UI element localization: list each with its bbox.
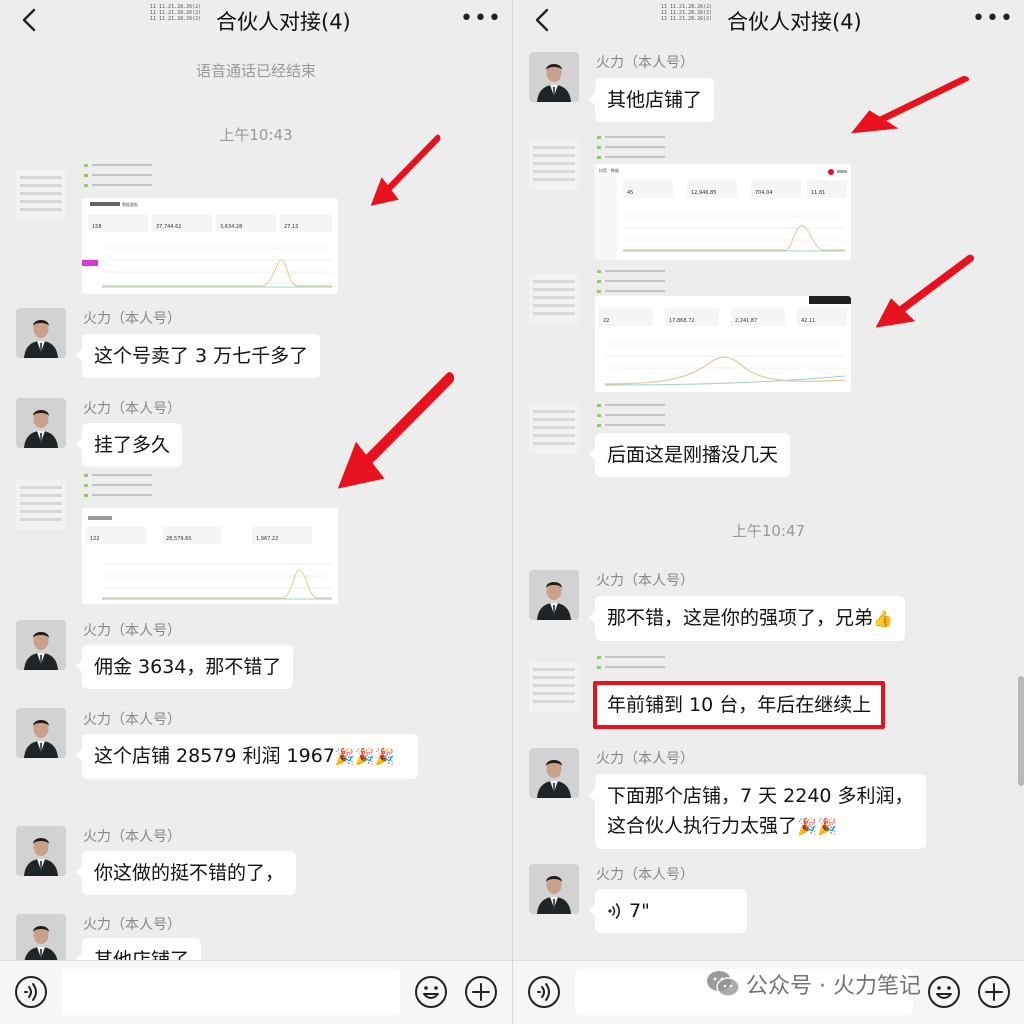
thumbs-up-icon: 👍 — [873, 609, 893, 628]
avatar[interactable] — [16, 708, 66, 758]
blurred-group-tag: 11 11.21.28.26(2) 11 11.21.28.26(2) 11 1… — [661, 4, 713, 22]
emoji-icon[interactable] — [927, 975, 961, 1009]
avatar[interactable] — [16, 826, 66, 876]
message-input[interactable] — [62, 969, 400, 1015]
message-bubble[interactable]: 这个号卖了 3 万七千多了 — [75, 334, 321, 378]
sender-name: 火力（本人号） — [83, 917, 181, 933]
blurred-avatar — [529, 140, 579, 190]
annotation-arrow — [869, 252, 979, 336]
back-icon[interactable] — [16, 6, 44, 34]
sender-name: 火力（本人号） — [83, 401, 181, 417]
blurred-avatar — [16, 170, 66, 220]
message-text: 这个店铺 28579 利润 1967 — [94, 745, 335, 767]
message-bubble[interactable]: 你这做的挺不错的了， — [75, 851, 297, 895]
blurred-sender-name — [84, 164, 152, 187]
top-bar: 11 11.21.28.26(2) 11 11.21.28.26(2) 11 1… — [0, 0, 512, 42]
stat-value: 27.13 — [284, 224, 298, 230]
voice-icon[interactable] — [14, 975, 48, 1009]
dashboard-screenshot[interactable]: 数据看板 158 37,744.62 3,634.28 27.13 — [82, 198, 338, 294]
chat-title: 合伙人对接(4) — [727, 10, 862, 34]
dashboard-screenshot[interactable]: 122 28,579.60 1,967.22 — [82, 508, 338, 604]
message-bubble[interactable]: 后面这是刚播没几天 — [588, 433, 791, 477]
stat-value: 3,634.28 — [220, 224, 242, 230]
stat-value: 1,967.22 — [256, 536, 278, 542]
input-bar — [0, 960, 512, 1024]
sender-name: 火力（本人号） — [83, 712, 181, 728]
message-bubble[interactable]: 下面那个店铺，7 天 2240 多利润， 这合伙人执行力太强了🎉🎉 — [589, 774, 926, 849]
wechat-icon — [707, 971, 740, 997]
party-popper-icon: 🎉🎉 — [797, 817, 837, 836]
back-icon[interactable] — [529, 6, 557, 34]
sender-name: 火力（本人号） — [596, 573, 694, 589]
sender-name: 火力（本人号） — [596, 867, 694, 883]
blurred-group-tag: 11 11.21.28.26(2) 11 11.21.28.26(2) 11 1… — [150, 4, 202, 22]
chat-panel-left: 11 11.21.28.26(2) 11 11.21.28.26(2) 11 1… — [0, 0, 512, 1024]
timestamp: 上午10:47 — [731, 522, 806, 540]
highlighted-message-bubble[interactable]: 年前铺到 10 台，年后在继续上 — [593, 681, 886, 729]
stat-value: 704.04 — [755, 190, 773, 196]
dashboard-screenshot[interactable]: 22 17,868.72 2,241.87 42.11 — [595, 296, 851, 392]
dashboard-screenshot[interactable]: 抖音 · 数据 45 12,946.85 704.04 11.81 — [595, 164, 851, 260]
avatar[interactable] — [529, 52, 579, 102]
watermark-text: 公众号 · 火力笔记 — [746, 974, 921, 999]
avatar[interactable] — [16, 398, 66, 448]
stat-value: 158 — [92, 224, 102, 230]
scrollbar-thumb[interactable] — [1018, 676, 1024, 786]
message-bubble[interactable]: 佣金 3634，那不错了 — [75, 645, 294, 689]
message-bubble[interactable]: 那不错，这是你的强项了，兄弟👍 — [589, 596, 905, 641]
sender-name: 火力（本人号） — [83, 311, 181, 327]
shot-title: 抖音 · 数据 — [599, 167, 619, 173]
blurred-avatar — [529, 662, 579, 712]
sender-name: 火力（本人号） — [83, 623, 181, 639]
voice-message-bubble[interactable]: 7" — [589, 889, 747, 933]
avatar[interactable] — [16, 914, 66, 964]
voice-wave-icon — [608, 903, 621, 919]
stat-value: 45 — [627, 190, 633, 196]
stat-value: 11.81 — [811, 190, 825, 196]
message-text: 这合伙人执行力太强了 — [607, 815, 798, 837]
voice-duration: 7" — [629, 900, 650, 922]
message-text: 下面那个店铺，7 天 2240 多利润， — [607, 785, 914, 807]
sender-name: 火力（本人号） — [596, 55, 694, 71]
message-bubble[interactable]: 这个店铺 28579 利润 1967🎉🎉🎉 — [76, 734, 418, 779]
annotation-arrow — [843, 74, 975, 140]
message-bubble[interactable]: 其他店铺了 — [588, 78, 715, 122]
stat-value: 28,579.60 — [166, 536, 191, 542]
call-ended-notice: 语音通话已经结束 — [195, 62, 316, 80]
emoji-icon[interactable] — [414, 975, 448, 1009]
top-bar: 11 11.21.28.26(2) 11 11.21.28.26(2) 11 1… — [513, 0, 1024, 42]
more-icon[interactable]: ••• — [972, 8, 1013, 32]
stat-value: 42.11 — [801, 318, 815, 324]
plus-icon[interactable] — [977, 975, 1011, 1009]
stat-value: 122 — [90, 536, 100, 542]
annotation-arrow — [366, 132, 444, 214]
avatar[interactable] — [529, 570, 579, 620]
stat-value: 37,744.62 — [156, 224, 181, 230]
sender-name: 火力（本人号） — [83, 829, 181, 845]
message-text: 那不错，这是你的强项了，兄弟 — [607, 607, 874, 629]
blurred-avatar — [529, 274, 579, 324]
blurred-avatar — [529, 404, 579, 454]
annotation-arrow — [330, 368, 460, 502]
watermark: 公众号 · 火力笔记 — [706, 966, 921, 1002]
avatar[interactable] — [16, 308, 66, 358]
shot-title: 数据看板 — [122, 201, 138, 207]
stat-value: 2,241.87 — [735, 318, 757, 324]
party-popper-icon: 🎉🎉🎉 — [334, 747, 395, 766]
sender-name: 火力（本人号） — [596, 751, 694, 767]
blurred-sender-name — [84, 474, 152, 497]
blurred-avatar — [16, 480, 66, 530]
chat-title: 合伙人对接(4) — [216, 10, 351, 34]
stat-value: 17,868.72 — [669, 318, 694, 324]
stat-value: 12,946.85 — [691, 190, 716, 196]
stat-value: 22 — [603, 318, 609, 324]
avatar[interactable] — [529, 864, 579, 914]
avatar[interactable] — [16, 620, 66, 670]
voice-icon[interactable] — [527, 975, 561, 1009]
message-bubble[interactable]: 挂了多久 — [75, 423, 183, 467]
plus-icon[interactable] — [464, 975, 498, 1009]
more-icon[interactable]: ••• — [460, 8, 501, 32]
chat-panel-right: 11 11.21.28.26(2) 11 11.21.28.26(2) 11 1… — [512, 0, 1024, 1024]
avatar[interactable] — [529, 748, 579, 798]
